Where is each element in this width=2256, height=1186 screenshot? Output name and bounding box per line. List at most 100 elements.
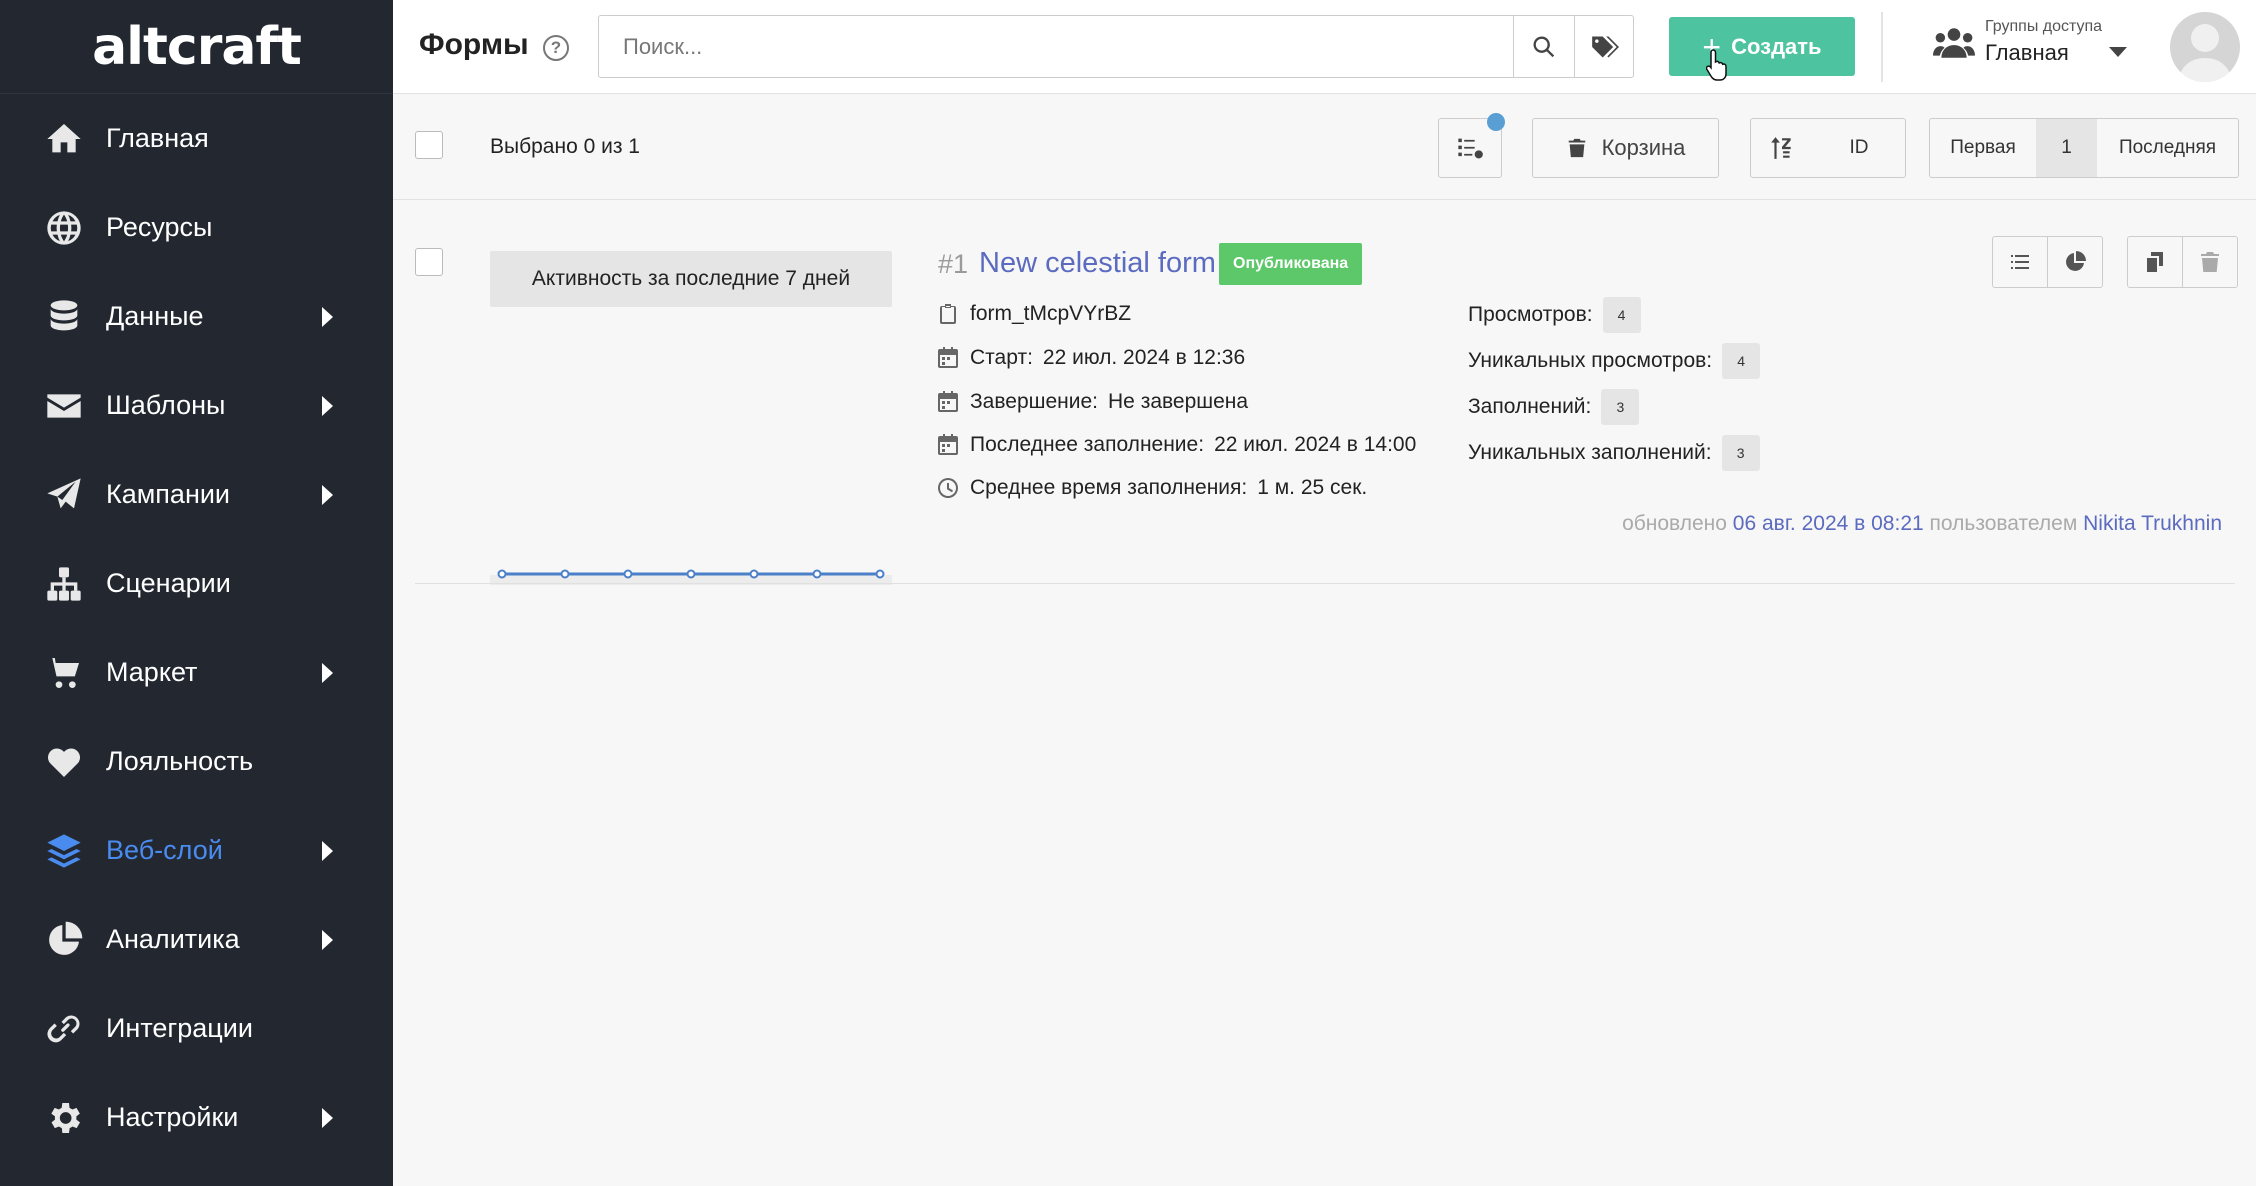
search-input[interactable] [599, 16, 1513, 77]
pagination-first-label: Первая [1950, 137, 2016, 158]
stat-count: 3 [1721, 435, 1760, 471]
stat-fills: Заполнений: 3 [1468, 389, 1640, 425]
checklist-icon [1458, 138, 1483, 159]
top-header: Формы ? + Создать Группы доступа Главная [393, 0, 2256, 94]
globe-icon [42, 206, 86, 250]
stat-label: Заполнений: [1468, 395, 1592, 418]
sparkline-point [497, 569, 507, 579]
chevron-right-icon [322, 662, 333, 683]
pagination-last-label: Последняя [2118, 137, 2217, 158]
sparkline-point [686, 569, 696, 579]
form-delete-button[interactable] [2182, 236, 2238, 288]
envelope-icon [42, 384, 86, 428]
sidebar: altcraft Главная Ресурсы Данные Шаблоны … [0, 0, 393, 1186]
logo[interactable]: altcraft [0, 0, 393, 94]
activity-sparkline [490, 569, 892, 585]
sidebar-item-templates[interactable]: Шаблоны [0, 361, 393, 450]
updated-by-user[interactable]: Nikita Trukhnin [2083, 512, 2222, 535]
sidebar-item-label: Данные [106, 301, 204, 331]
updated-info: обновлено 06 авг. 2024 в 08:21 пользоват… [1622, 512, 2222, 536]
trash-icon [1568, 138, 1585, 158]
sidebar-item-label: Веб-слой [106, 835, 223, 865]
help-icon[interactable]: ? [543, 35, 569, 61]
sidebar-item-home[interactable]: Главная [0, 94, 393, 183]
stat-label: Уникальных заполнений: [1468, 441, 1712, 464]
notification-dot [1487, 113, 1505, 131]
search-button[interactable] [1513, 16, 1574, 77]
updated-prefix: обновлено [1622, 512, 1727, 535]
end-value: Не завершена [1108, 390, 1249, 413]
trash-button[interactable]: Корзина [1532, 118, 1719, 178]
search-box [598, 15, 1634, 78]
chevron-right-icon [322, 840, 333, 861]
start-row: Старт: 22 июл. 2024 в 12:36 [936, 346, 1245, 370]
list-toolbar: Выбрано 0 из 1 Корзина ID Первая 1 После… [393, 95, 2256, 200]
form-name-link[interactable]: New celestial form [979, 247, 1216, 280]
form-copy-button[interactable] [2127, 236, 2183, 288]
stat-label: Уникальных просмотров: [1468, 349, 1713, 372]
home-icon [42, 117, 86, 161]
database-icon [42, 295, 86, 339]
sidebar-item-label: Главная [106, 123, 209, 153]
tags-button[interactable] [1574, 16, 1635, 77]
user-silhouette-icon [2178, 24, 2232, 82]
pagination-first-button[interactable]: Первая [1929, 118, 2037, 178]
sidebar-item-loyalty[interactable]: Лояльность [0, 717, 393, 806]
paper-plane-icon [42, 473, 86, 517]
form-card: Активность за последние 7 дней #1 New ce… [393, 201, 2256, 585]
pagination-current-page[interactable]: 1 [2036, 118, 2098, 178]
create-button-label: Создать [1731, 33, 1822, 59]
sidebar-item-market[interactable]: Маркет [0, 628, 393, 717]
calendar-icon [938, 391, 958, 412]
select-all-checkbox[interactable] [415, 131, 443, 159]
sidebar-item-label: Шаблоны [106, 390, 226, 420]
sort-direction-button[interactable] [1750, 118, 1814, 178]
activity-period-button[interactable]: Активность за последние 7 дней [490, 251, 892, 307]
selection-count: Выбрано 0 из 1 [490, 135, 640, 158]
sidebar-item-label: Лояльность [106, 746, 254, 776]
sidebar-item-label: Кампании [106, 479, 231, 509]
sidebar-item-label: Сценарии [106, 568, 231, 598]
sidebar-item-resources[interactable]: Ресурсы [0, 183, 393, 272]
calendar-icon [938, 347, 958, 368]
access-groups-value: Главная [1985, 40, 2069, 65]
pagination-last-button[interactable]: Последняя [2097, 118, 2239, 178]
sidebar-nav: Главная Ресурсы Данные Шаблоны Кампании … [0, 94, 393, 1162]
heart-icon [42, 740, 86, 784]
stat-label: Просмотров: [1468, 303, 1593, 326]
sidebar-item-label: Интеграции [106, 1013, 253, 1043]
copy-icon [2147, 252, 2163, 272]
gear-icon [42, 1096, 86, 1140]
last-fill-label: Последнее заполнение: [970, 433, 1205, 456]
avatar[interactable] [2170, 12, 2240, 82]
status-badge: Опубликована [1219, 243, 1363, 285]
form-analytics-button[interactable] [2047, 236, 2103, 288]
sidebar-item-analytics[interactable]: Аналитика [0, 895, 393, 984]
form-code-row: form_tMcpVYrBZ [936, 302, 1131, 326]
page-title: Формы [419, 28, 529, 61]
avg-time-label: Среднее время заполнения: [970, 476, 1248, 499]
sparkline-point [812, 569, 822, 579]
end-row: Завершение: Не завершена [936, 390, 1248, 414]
sidebar-item-integrations[interactable]: Интеграции [0, 984, 393, 1073]
sort-field-select[interactable]: ID [1813, 118, 1906, 178]
sidebar-item-web-layer[interactable]: Веб-слой [0, 806, 393, 895]
sparkline-point [749, 569, 759, 579]
users-icon [1933, 28, 1975, 58]
sidebar-item-campaigns[interactable]: Кампании [0, 450, 393, 539]
sidebar-item-label: Аналитика [106, 924, 240, 954]
sidebar-item-data[interactable]: Данные [0, 272, 393, 361]
stat-unique-fills: Уникальных заполнений: 3 [1468, 435, 1760, 471]
stat-unique-views: Уникальных просмотров: 4 [1468, 343, 1761, 379]
card-divider [415, 583, 2235, 584]
sidebar-item-scenarios[interactable]: Сценарии [0, 539, 393, 628]
pie-chart-icon [2066, 251, 2086, 271]
chevron-right-icon [322, 1107, 333, 1128]
form-details-button[interactable] [1992, 236, 2048, 288]
last-fill-row: Последнее заполнение: 22 июл. 2024 в 14:… [936, 433, 1416, 457]
pie-chart-icon [42, 918, 86, 962]
form-select-checkbox[interactable] [415, 248, 443, 276]
create-button[interactable]: + Создать [1669, 17, 1855, 76]
stat-count: 4 [1722, 343, 1761, 379]
sidebar-item-settings[interactable]: Настройки [0, 1073, 393, 1162]
